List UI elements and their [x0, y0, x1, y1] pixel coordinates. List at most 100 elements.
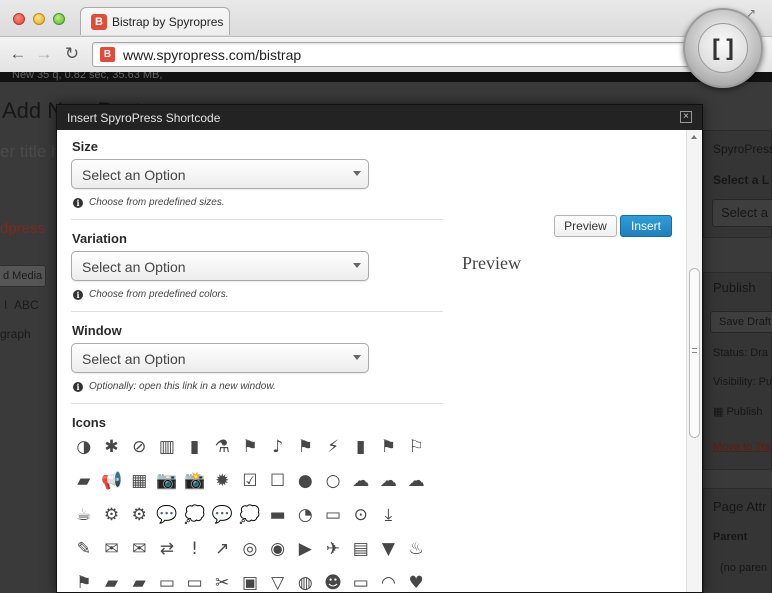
comment-icon[interactable]: 💬: [153, 502, 181, 528]
modal-scrollbar[interactable]: [686, 130, 702, 592]
hdd-icon[interactable]: ▭: [347, 570, 375, 592]
close-window-button[interactable]: [13, 13, 25, 25]
cloud-download-icon[interactable]: ☁: [375, 468, 403, 494]
preview-button[interactable]: Preview: [554, 215, 617, 237]
book-icon[interactable]: ▮: [347, 434, 375, 460]
download-alt-icon[interactable]: ⤓: [375, 502, 403, 528]
address-bar[interactable]: B www.spyropress.com/bistrap: [92, 42, 692, 67]
heart-icon[interactable]: ♥: [402, 570, 430, 592]
bolt-icon[interactable]: ⚡: [319, 434, 347, 460]
calendar-icon[interactable]: ▦: [125, 468, 153, 494]
filter-icon[interactable]: ▼: [375, 536, 403, 562]
facetime-video-icon[interactable]: ▶: [292, 536, 320, 562]
reload-icon[interactable]: ↻: [62, 44, 82, 64]
circle-icon[interactable]: ●: [292, 468, 320, 494]
publish-date-text: ▦ Publish: [713, 406, 763, 418]
glass-icon[interactable]: ▽: [264, 570, 292, 592]
bookmark-empty-icon[interactable]: ⚐: [402, 434, 430, 460]
chevron-down-icon: [353, 263, 361, 268]
folder-close-icon[interactable]: ▰: [98, 570, 126, 592]
check-empty-icon[interactable]: ☐: [264, 468, 292, 494]
admin-bar-stats: New 35 q, 0.82 sec, 35.63 MB,: [12, 72, 163, 81]
external-link-icon[interactable]: ↗: [208, 536, 236, 562]
visibility-text: Visibility: Pu: [713, 376, 772, 388]
cog-icon[interactable]: ⚙: [98, 502, 126, 528]
size-select-value: Select an Option: [82, 167, 186, 183]
globe-icon[interactable]: ◍: [292, 570, 320, 592]
extension-badge[interactable]: []: [683, 8, 763, 88]
folder-open-alt-icon[interactable]: ▭: [181, 570, 209, 592]
fighter-jet-icon[interactable]: ✈: [319, 536, 347, 562]
camera-retro-icon[interactable]: 📸: [181, 468, 209, 494]
variation-select[interactable]: Select an Option: [71, 251, 369, 281]
check-icon[interactable]: ☑: [236, 468, 264, 494]
flag-icon[interactable]: ⚑: [70, 570, 98, 592]
headphones-icon[interactable]: ◠: [375, 570, 403, 592]
exchange-icon[interactable]: ⇄: [153, 536, 181, 562]
exclamation-sign-icon[interactable]: !: [181, 536, 209, 562]
zoom-window-button[interactable]: [53, 13, 65, 25]
size-select[interactable]: Select an Option: [71, 159, 369, 189]
envelope-alt-icon[interactable]: ✉: [98, 536, 126, 562]
scroll-up-arrow-icon[interactable]: [691, 135, 697, 139]
cloud-upload-icon[interactable]: ☁: [402, 468, 430, 494]
browser-toolbar: ← → ↻ B www.spyropress.com/bistrap: [0, 36, 772, 72]
credit-card-icon[interactable]: ▬: [264, 502, 292, 528]
grip-icon: [692, 348, 697, 353]
comments-alt-icon[interactable]: 💭: [236, 502, 264, 528]
url-text[interactable]: www.spyropress.com/bistrap: [123, 47, 301, 63]
folder-open-icon[interactable]: ▰: [125, 570, 153, 592]
camera-icon[interactable]: 📷: [153, 468, 181, 494]
bell-solid-icon[interactable]: ⚑: [292, 434, 320, 460]
comments-icon[interactable]: 💬: [208, 502, 236, 528]
ban-icon[interactable]: ⊘: [125, 434, 153, 460]
gift-icon[interactable]: ▣: [236, 570, 264, 592]
beaker-icon[interactable]: ⚗: [208, 434, 236, 460]
edit-icon[interactable]: ✎: [70, 536, 98, 562]
size-label: Size: [72, 139, 99, 154]
desktop-icon[interactable]: ▭: [319, 502, 347, 528]
forward-arrow-icon[interactable]: →: [34, 44, 54, 64]
envelope-icon[interactable]: ✉: [125, 536, 153, 562]
close-icon[interactable]: ×: [680, 111, 692, 123]
fire-icon[interactable]: ♨: [402, 536, 430, 562]
adjust-icon[interactable]: ◑: [70, 434, 98, 460]
circle-blank-icon[interactable]: ○: [319, 468, 347, 494]
group-icon[interactable]: ☻: [319, 570, 347, 592]
window-select-value: Select an Option: [82, 351, 186, 367]
food-icon[interactable]: ✂: [208, 570, 236, 592]
cogs-icon[interactable]: ⚙: [125, 502, 153, 528]
bar-chart-icon[interactable]: ▥: [153, 434, 181, 460]
briefcase-icon[interactable]: ▰: [70, 468, 98, 494]
bell-icon[interactable]: ♪: [264, 434, 292, 460]
icon-row: ▰ 📢 ▦ 📷 📸 ✹ ☑ ☐ ● ○ ☁ ☁ ☁: [70, 468, 440, 502]
layout-select: Select a: [712, 199, 772, 227]
icon-row: ☕ ⚙ ⚙ 💬 💭 💬 💭 ▬ ◔ ▭ ⊙ ⤓: [70, 502, 440, 536]
bullhorn-solid-icon[interactable]: 📢: [98, 468, 126, 494]
folder-close-alt-icon[interactable]: ▭: [153, 570, 181, 592]
bullhorn-icon[interactable]: ⚑: [236, 434, 264, 460]
certificate-icon[interactable]: ✹: [208, 468, 236, 494]
tab-title: Bistrap by Spyropress: [112, 15, 224, 29]
dashboard-icon[interactable]: ◔: [292, 502, 320, 528]
download-icon[interactable]: ⊙: [347, 502, 375, 528]
bookmark-icon[interactable]: ⚑: [375, 434, 403, 460]
back-arrow-icon[interactable]: ←: [8, 44, 28, 64]
scrollbar-thumb[interactable]: [689, 268, 700, 438]
size-help-text: Choose from predefined sizes.: [89, 197, 225, 208]
coffee-icon[interactable]: ☕: [70, 502, 98, 528]
move-to-trash-link: Move to Tra: [713, 441, 772, 453]
browser-tab[interactable]: B Bistrap by Spyropress: [80, 7, 230, 35]
window-select[interactable]: Select an Option: [71, 343, 369, 373]
cloud-icon[interactable]: ☁: [347, 468, 375, 494]
eye-close-icon[interactable]: ◎: [236, 536, 264, 562]
barcode-icon[interactable]: ▮: [181, 434, 209, 460]
variation-help: i Choose from predefined colors.: [73, 289, 229, 300]
asterisk-icon[interactable]: ✱: [98, 434, 126, 460]
film-icon[interactable]: ▤: [347, 536, 375, 562]
comment-alt-icon[interactable]: 💭: [181, 502, 209, 528]
minimize-window-button[interactable]: [33, 13, 45, 25]
editor-format-bar: I ABC: [4, 298, 39, 312]
insert-button[interactable]: Insert: [620, 215, 672, 237]
eye-open-icon[interactable]: ◉: [264, 536, 292, 562]
